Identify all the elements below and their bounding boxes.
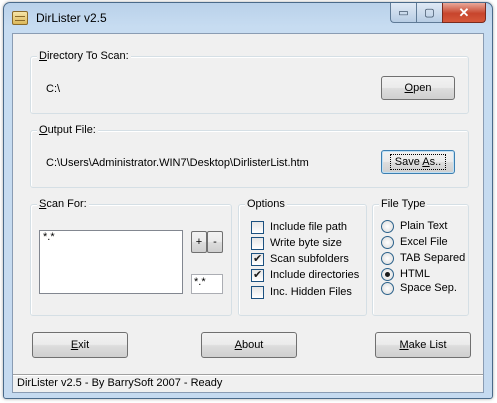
space-sep-radio[interactable] [381,281,394,295]
file-type-group: File Type Plain Text Excel File TAB Sepa… [372,197,469,316]
file-type-label: TAB Separed [400,252,466,264]
options-group-label: Options [245,197,287,211]
tab-separed-radio[interactable] [381,251,394,265]
caption-buttons: ▭ ▢ ✕ [390,3,486,23]
window-title: DirLister v2.5 [36,11,107,25]
pattern-input[interactable]: *.* [191,274,223,294]
scan-for-group: Scan For: *.* + - *.* [30,197,232,316]
directory-path: C:\ [46,83,61,95]
directory-group: Directory To Scan: C:\ Open [30,49,469,114]
minimize-icon: ▭ [398,7,409,19]
excel-file-radio[interactable] [381,235,394,249]
maximize-button[interactable]: ▢ [416,3,442,23]
app-icon[interactable] [12,11,28,25]
file-type-label: Excel File [400,236,448,248]
write-byte-size-checkbox[interactable] [251,236,264,250]
remove-pattern-button[interactable]: - [207,231,223,253]
option-write-byte-size[interactable]: Write byte size [251,236,342,250]
file-type-label: Plain Text [400,220,448,232]
file-type-excel-file[interactable]: Excel File [381,235,448,249]
file-type-label: Space Sep. [400,282,457,294]
scan-patterns-list[interactable]: *.* [39,230,183,294]
open-button-label: Open [404,82,432,94]
save-as-button-label: Save As.. [389,154,447,170]
status-text: DirLister v2.5 - By BarrySoft 2007 - Rea… [17,377,223,389]
plus-icon: + [195,236,203,248]
exit-button-label: Exit [70,339,90,351]
inc-hidden-files-checkbox[interactable] [251,285,264,299]
make-list-button[interactable]: Make List [375,332,471,358]
minimize-button[interactable]: ▭ [390,3,416,23]
exit-button[interactable]: Exit [32,332,128,358]
status-bar: DirLister v2.5 - By BarrySoft 2007 - Rea… [13,374,483,392]
client-area: Directory To Scan: C:\ Open Output File:… [12,33,484,393]
output-group-label: Output File: [37,123,98,137]
about-button-label: About [234,339,264,351]
scan-subfolders-checkbox[interactable] [251,252,264,266]
option-label: Include file path [270,221,348,233]
file-type-plain-text[interactable]: Plain Text [381,219,448,233]
file-type-group-label: File Type [379,197,428,211]
scan-for-group-label: Scan For: [37,197,89,211]
option-include-file-path[interactable]: Include file path [251,220,347,234]
file-type-label: HTML [400,268,430,280]
options-group: Options Include file path Write byte siz… [238,197,367,316]
option-label: Inc. Hidden Files [270,286,352,298]
open-button[interactable]: Open [381,76,455,100]
file-type-tab-separed[interactable]: TAB Separed [381,251,465,265]
app-window: DirLister v2.5 ▭ ▢ ✕ Directory To Scan: … [3,2,493,399]
option-include-directories[interactable]: Include directories [251,268,359,282]
maximize-icon: ▢ [424,7,435,19]
save-as-button[interactable]: Save As.. [381,150,455,174]
add-pattern-button[interactable]: + [191,231,207,253]
close-button[interactable]: ✕ [442,3,486,23]
option-inc-hidden-files[interactable]: Inc. Hidden Files [251,285,352,299]
make-list-button-label: Make List [399,339,447,351]
option-label: Write byte size [270,237,342,249]
minus-icon: - [213,236,217,248]
scan-pattern-item[interactable]: *.* [43,231,55,243]
include-directories-checkbox[interactable] [251,268,264,282]
file-type-space-sep[interactable]: Space Sep. [381,281,457,295]
option-label: Scan subfolders [270,253,349,265]
about-button[interactable]: About [201,332,297,358]
option-scan-subfolders[interactable]: Scan subfolders [251,252,349,266]
option-label: Include directories [270,269,360,281]
output-file-path: C:\Users\Administrator.WIN7\Desktop\Dirl… [46,157,309,169]
include-file-path-checkbox[interactable] [251,220,264,234]
close-icon: ✕ [458,4,470,20]
file-type-html[interactable]: HTML [381,267,430,281]
html-radio[interactable] [381,267,394,281]
output-group: Output File: C:\Users\Administrator.WIN7… [30,123,469,188]
directory-group-label: Directory To Scan: [37,49,131,63]
title-bar[interactable]: DirLister v2.5 ▭ ▢ ✕ [4,3,492,33]
plain-text-radio[interactable] [381,219,394,233]
